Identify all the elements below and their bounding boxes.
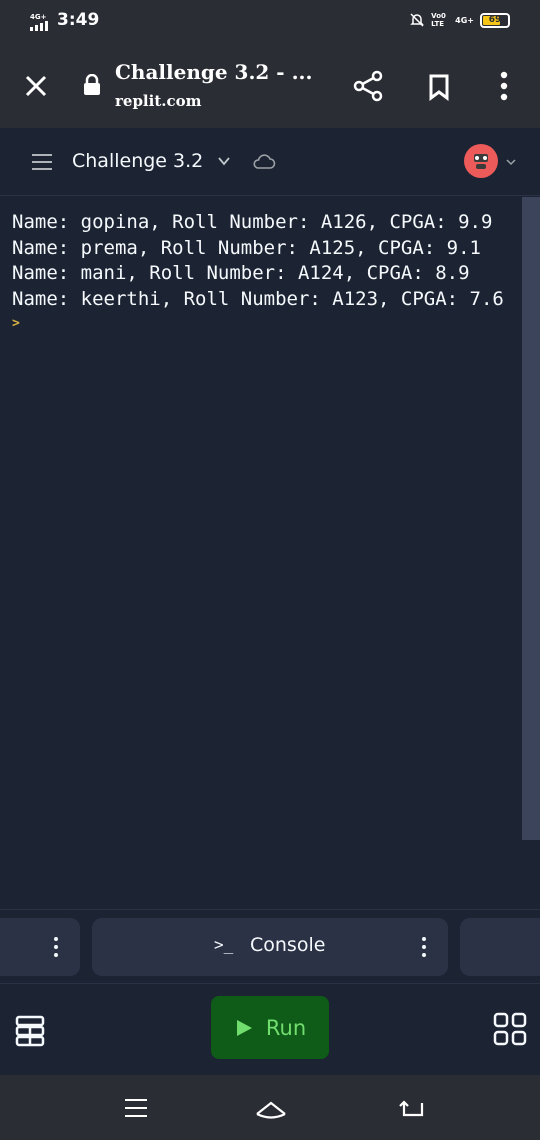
tab-console[interactable]: >_ Console bbox=[92, 918, 448, 976]
play-icon bbox=[236, 1019, 252, 1036]
console-icon: >_ bbox=[214, 935, 234, 954]
more-vertical-icon[interactable] bbox=[494, 68, 514, 104]
back-icon[interactable] bbox=[398, 1095, 426, 1121]
run-label: Run bbox=[265, 1015, 307, 1040]
grid-icon[interactable] bbox=[493, 1012, 527, 1046]
status-bar: 4G+ 3:49 Vo0 LTE 4G+ 69 bbox=[0, 0, 540, 44]
browser-toolbar: Challenge 3.2 - ... replit.com bbox=[0, 44, 540, 128]
console-output[interactable]: Name: gopina, Roll Number: A126, CPGA: 9… bbox=[0, 197, 520, 909]
clock: 3:49 bbox=[57, 10, 100, 30]
avatar-image bbox=[474, 154, 488, 169]
run-button[interactable]: Run bbox=[211, 996, 329, 1059]
avatar[interactable] bbox=[464, 144, 498, 178]
tab-next[interactable] bbox=[460, 918, 540, 976]
console-options-icon[interactable] bbox=[421, 936, 427, 958]
page-title[interactable]: Challenge 3.2 - ... bbox=[115, 60, 312, 84]
console-line: Name: mani, Roll Number: A124, CPGA: 8.9 bbox=[12, 262, 470, 284]
share-icon[interactable] bbox=[350, 68, 386, 104]
console-line: Name: prema, Roll Number: A125, CPGA: 9.… bbox=[12, 236, 481, 259]
tab-previous[interactable] bbox=[0, 918, 80, 976]
system-nav-bar bbox=[0, 1075, 540, 1140]
network-label: 4G+ bbox=[30, 13, 47, 21]
tab-options-icon[interactable] bbox=[53, 936, 59, 958]
tab-bar: >_ Console bbox=[0, 909, 540, 983]
network-right-label: 4G+ bbox=[455, 15, 474, 25]
action-bar: Run bbox=[0, 983, 540, 1075]
console-line: Name: gopina, Roll Number: A126, CPGA: 9… bbox=[12, 211, 493, 233]
signal-icon: 4G+ bbox=[30, 13, 48, 31]
menu-icon[interactable] bbox=[30, 152, 54, 172]
page-host[interactable]: replit.com bbox=[115, 92, 202, 110]
console-scrollbar[interactable] bbox=[522, 197, 540, 840]
tab-console-label: Console bbox=[250, 934, 326, 956]
recents-icon[interactable] bbox=[123, 1097, 149, 1119]
console-line: Name: keerthi, Roll Number: A123, CPGA: … bbox=[12, 287, 504, 310]
repl-header: Challenge 3.2 bbox=[0, 128, 540, 196]
status-icons: Vo0 LTE 4G+ 69 bbox=[409, 12, 510, 28]
home-icon[interactable] bbox=[254, 1099, 288, 1119]
database-icon[interactable] bbox=[14, 1014, 46, 1048]
volte-label: Vo0 LTE bbox=[431, 12, 446, 28]
cloud-icon[interactable] bbox=[252, 152, 276, 170]
mute-icon bbox=[410, 13, 424, 27]
console-prompt[interactable]: > bbox=[12, 314, 508, 334]
chevron-down-icon[interactable] bbox=[216, 153, 232, 169]
battery-level: 69 bbox=[488, 15, 502, 25]
close-icon[interactable] bbox=[22, 72, 50, 100]
account-chevron-icon[interactable] bbox=[505, 156, 517, 168]
bookmark-icon[interactable] bbox=[422, 70, 456, 104]
repl-name[interactable]: Challenge 3.2 bbox=[72, 150, 203, 172]
battery-icon: 69 bbox=[480, 12, 510, 28]
lock-icon bbox=[84, 74, 100, 95]
